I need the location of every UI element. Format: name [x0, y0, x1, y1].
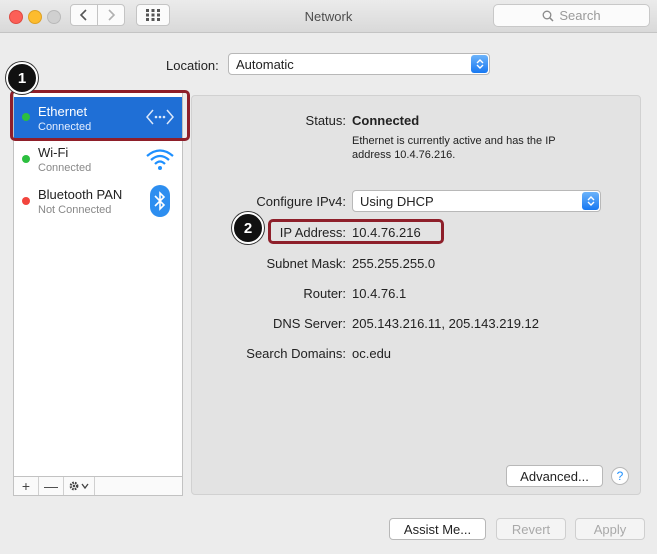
popup-arrows-icon: [582, 192, 599, 210]
status-description-line1: Ethernet is currently active and has the…: [352, 135, 556, 147]
search-field[interactable]: Search: [493, 4, 650, 27]
subnet-mask-label: Subnet Mask:: [266, 256, 347, 271]
sidebar-item-status: Connected: [38, 162, 92, 174]
advanced-button[interactable]: Advanced...: [506, 465, 603, 487]
search-placeholder: Search: [559, 8, 601, 23]
status-dot: [22, 155, 30, 163]
ip-address-label: IP Address:: [279, 225, 346, 240]
status-dot: [22, 197, 30, 205]
location-popup[interactable]: Automatic: [228, 53, 490, 75]
apply-button[interactable]: Apply: [575, 518, 645, 540]
revert-button[interactable]: Revert: [496, 518, 566, 540]
location-label: Location:: [166, 58, 219, 73]
add-service-button[interactable]: +: [14, 477, 39, 495]
sidebar-toolbar: + —: [13, 476, 183, 496]
search-domains-value: oc.edu: [352, 346, 392, 361]
ip-address-value: 10.4.76.216: [352, 225, 421, 240]
status-description-line2: address 10.4.76.216.: [352, 149, 456, 161]
configure-ipv4-label: Configure IPv4:: [256, 194, 346, 209]
gear-icon: [69, 481, 89, 491]
remove-service-button[interactable]: —: [39, 477, 64, 495]
status-label: Status:: [305, 113, 346, 128]
configure-ipv4-value: Using DHCP: [360, 193, 434, 209]
search-icon: [542, 10, 554, 22]
help-button[interactable]: ?: [611, 467, 629, 485]
assist-me-button[interactable]: Assist Me...: [389, 518, 486, 540]
sidebar-item-wifi[interactable]: Wi-Fi Connected: [14, 139, 182, 181]
sidebar-item-label: Wi-Fi: [38, 145, 69, 160]
subnet-mask-value: 255.255.255.0: [352, 256, 436, 271]
wifi-icon: [146, 149, 174, 170]
dns-server-label: DNS Server:: [273, 316, 346, 331]
sidebar-item-label: Bluetooth PAN: [38, 187, 123, 202]
popup-arrows-icon: [471, 55, 488, 73]
callout-badge-1: 1: [6, 62, 38, 94]
configure-ipv4-popup[interactable]: Using DHCP: [352, 190, 601, 212]
sidebar-item-status: Not Connected: [38, 204, 112, 216]
location-value: Automatic: [236, 56, 294, 72]
router-label: Router:: [303, 286, 346, 301]
router-value: 10.4.76.1: [352, 286, 407, 301]
search-domains-label: Search Domains:: [246, 346, 346, 361]
dns-server-value: 205.143.216.11, 205.143.219.12: [352, 316, 539, 331]
status-value: Connected: [352, 113, 420, 128]
action-menu-button[interactable]: [64, 477, 95, 495]
